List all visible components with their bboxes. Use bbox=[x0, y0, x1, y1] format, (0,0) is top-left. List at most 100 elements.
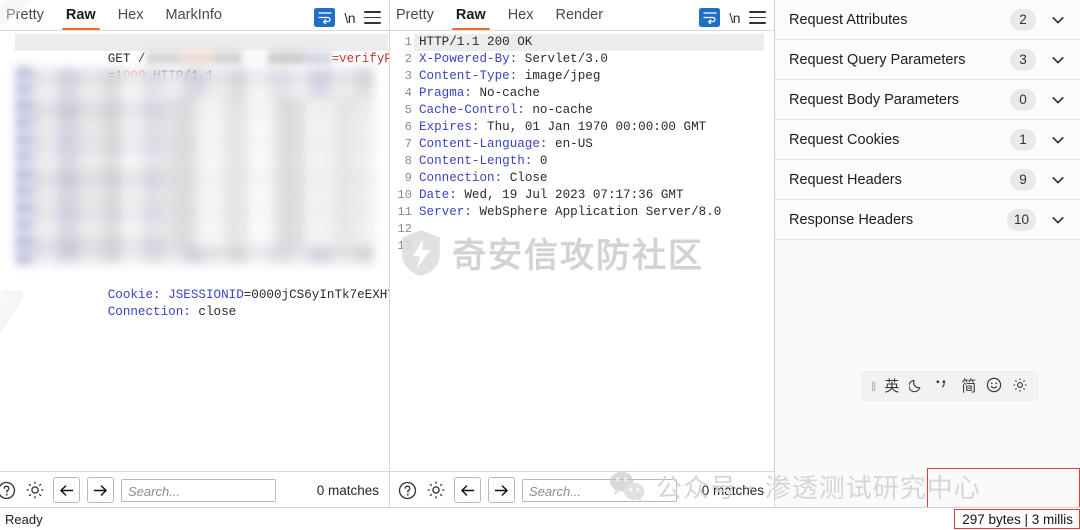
search-prev-button[interactable] bbox=[53, 477, 80, 503]
header-value: No-cache bbox=[472, 86, 540, 100]
line-number: 12 bbox=[390, 221, 412, 238]
inspector-section-request-query-parameters[interactable]: Request Query Parameters 3 bbox=[775, 40, 1080, 80]
search-next-button[interactable] bbox=[488, 477, 515, 503]
header-key: Content-Length: bbox=[419, 154, 532, 168]
request-pane: Pretty Raw Hex MarkInfo \n GET bbox=[0, 0, 389, 508]
search-prev-button[interactable] bbox=[454, 477, 481, 503]
response-search-input[interactable]: Search... bbox=[522, 479, 677, 502]
response-header-line: Content-Length: 0 bbox=[419, 153, 770, 170]
editor-panes: Pretty Raw Hex MarkInfo \n GET bbox=[0, 0, 1080, 508]
response-header-line: Connection: Close bbox=[419, 170, 770, 187]
search-next-button[interactable] bbox=[87, 477, 114, 503]
header-key: Connection: bbox=[419, 171, 502, 185]
newline-toggle-icon[interactable]: \n bbox=[729, 10, 740, 26]
chevron-down-icon[interactable] bbox=[1050, 132, 1066, 148]
tab-request-markinfo[interactable]: MarkInfo bbox=[155, 1, 233, 30]
ime-floating-bar[interactable]: ‖ 英 简 bbox=[862, 372, 1037, 400]
line-number: 3 bbox=[390, 68, 412, 85]
tab-response-render[interactable]: Render bbox=[545, 1, 615, 30]
line-number: 8 bbox=[390, 153, 412, 170]
response-header-line: X-Powered-By: Servlet/3.0 bbox=[419, 51, 770, 68]
ime-simplified-toggle[interactable]: 简 bbox=[961, 379, 976, 394]
line-number: 13 bbox=[390, 238, 412, 255]
chevron-down-icon[interactable] bbox=[1050, 92, 1066, 108]
status-message: Ready bbox=[0, 512, 43, 527]
inspector-section-request-headers[interactable]: Request Headers 9 bbox=[775, 160, 1080, 200]
request-lines: GET /=verifyPin&length=4&pic =1000 HTTP/… bbox=[17, 31, 389, 304]
tab-response-pretty[interactable]: Pretty bbox=[390, 1, 445, 30]
inspector-section-response-headers[interactable]: Response Headers 10 bbox=[775, 200, 1080, 240]
emoji-icon[interactable] bbox=[986, 377, 1002, 396]
response-empty-line bbox=[419, 238, 770, 255]
inspector-section-label: Request Body Parameters bbox=[789, 92, 1010, 108]
response-code-area[interactable]: 1 2 3 4 5 6 7 8 9 10 11 12 13 HTTP/1.1 2… bbox=[390, 31, 774, 471]
response-lines: HTTP/1.1 200 OK X-Powered-By: Servlet/3.… bbox=[419, 31, 770, 255]
gear-icon[interactable] bbox=[24, 479, 46, 501]
inspector-section-label: Request Attributes bbox=[789, 12, 1010, 28]
tab-response-raw[interactable]: Raw bbox=[445, 1, 497, 30]
line-number: 1 bbox=[390, 34, 412, 51]
inspector-section-count: 9 bbox=[1010, 169, 1036, 191]
moon-icon[interactable] bbox=[909, 377, 924, 396]
chevron-down-icon[interactable] bbox=[1050, 12, 1066, 28]
response-search-bar: Search... 0 matches bbox=[390, 471, 774, 508]
newline-toggle-icon[interactable]: \n bbox=[344, 10, 355, 26]
punctuation-icon[interactable] bbox=[934, 378, 951, 394]
line-number: 9 bbox=[390, 170, 412, 187]
burp-message-editor: Pretty Raw Hex MarkInfo \n GET bbox=[0, 0, 1080, 530]
header-key: Date: bbox=[419, 188, 457, 202]
connection-header-key: Connection: bbox=[108, 305, 199, 319]
redaction-blur-layer-3 bbox=[17, 68, 31, 264]
ime-language-toggle[interactable]: 英 bbox=[884, 379, 899, 394]
tab-response-hex[interactable]: Hex bbox=[497, 1, 545, 30]
chevron-down-icon[interactable] bbox=[1050, 52, 1066, 68]
tab-request-raw[interactable]: Raw bbox=[55, 1, 107, 30]
request-code-area[interactable]: GET /=verifyPin&length=4&pic =1000 HTTP/… bbox=[0, 31, 389, 471]
help-circle-icon[interactable] bbox=[396, 479, 418, 501]
chevron-down-icon[interactable] bbox=[1050, 172, 1066, 188]
inspector-section-request-cookies[interactable]: Request Cookies 1 bbox=[775, 120, 1080, 160]
inspector-section-label: Response Headers bbox=[789, 212, 1007, 228]
response-tabs: Pretty Raw Hex Render bbox=[390, 0, 614, 30]
header-key: Pragma: bbox=[419, 86, 472, 100]
inspector-section-request-body-parameters[interactable]: Request Body Parameters 0 bbox=[775, 80, 1080, 120]
bytes-and-time-indicator: 297 bytes | 3 millis bbox=[954, 509, 1080, 529]
status-line-text: HTTP/1.1 200 OK bbox=[419, 35, 532, 49]
response-header-line: Content-Type: image/jpeg bbox=[419, 68, 770, 85]
tab-request-hex[interactable]: Hex bbox=[107, 1, 155, 30]
request-line-1: GET /=verifyPin&length=4&pic bbox=[15, 34, 388, 51]
inspector-panel: Request Attributes 2 Request Query Param… bbox=[774, 0, 1080, 508]
line-number: 2 bbox=[390, 51, 412, 68]
inspector-section-count: 1 bbox=[1010, 129, 1036, 151]
response-tabbar-actions: \n bbox=[699, 8, 774, 30]
line-number: 11 bbox=[390, 204, 412, 221]
header-key: Server: bbox=[419, 205, 472, 219]
request-cookie-line: Cookie: JSESSIONID=0000jCS6yInTk7eEXHTRh… bbox=[17, 270, 389, 287]
request-search-input[interactable]: Search... bbox=[121, 479, 276, 502]
word-wrap-icon[interactable] bbox=[699, 8, 720, 27]
gear-icon[interactable] bbox=[1012, 377, 1028, 396]
word-wrap-icon[interactable] bbox=[314, 8, 335, 27]
response-status-line: HTTP/1.1 200 OK bbox=[414, 34, 764, 51]
header-key: Expires: bbox=[419, 120, 479, 134]
header-value: no-cache bbox=[525, 103, 593, 117]
ime-drag-handle[interactable]: ‖ bbox=[871, 380, 874, 393]
cookie-value: =0000jCS6yInTk7eEXHTRhbyStBE:-1 bbox=[244, 288, 389, 302]
cookie-name: JSESSIONID bbox=[168, 288, 244, 302]
hamburger-menu-icon[interactable] bbox=[749, 11, 766, 24]
query-param-verifypin: =verifyPin bbox=[332, 52, 390, 66]
tab-request-pretty[interactable]: Pretty bbox=[0, 1, 55, 30]
inspector-section-label: Request Cookies bbox=[789, 132, 1010, 148]
hamburger-menu-icon[interactable] bbox=[364, 11, 381, 24]
request-match-count: 0 matches bbox=[317, 483, 383, 498]
header-value: en-US bbox=[547, 137, 592, 151]
gear-icon[interactable] bbox=[425, 479, 447, 501]
response-line-numbers: 1 2 3 4 5 6 7 8 9 10 11 12 13 bbox=[390, 31, 412, 255]
chevron-down-icon[interactable] bbox=[1050, 212, 1066, 228]
header-key: X-Powered-By: bbox=[419, 52, 517, 66]
line-number: 7 bbox=[390, 136, 412, 153]
redaction-blur-layer-2 bbox=[167, 98, 382, 248]
help-circle-icon[interactable] bbox=[0, 479, 17, 501]
inspector-section-request-attributes[interactable]: Request Attributes 2 bbox=[775, 0, 1080, 40]
response-header-line: Content-Language: en-US bbox=[419, 136, 770, 153]
